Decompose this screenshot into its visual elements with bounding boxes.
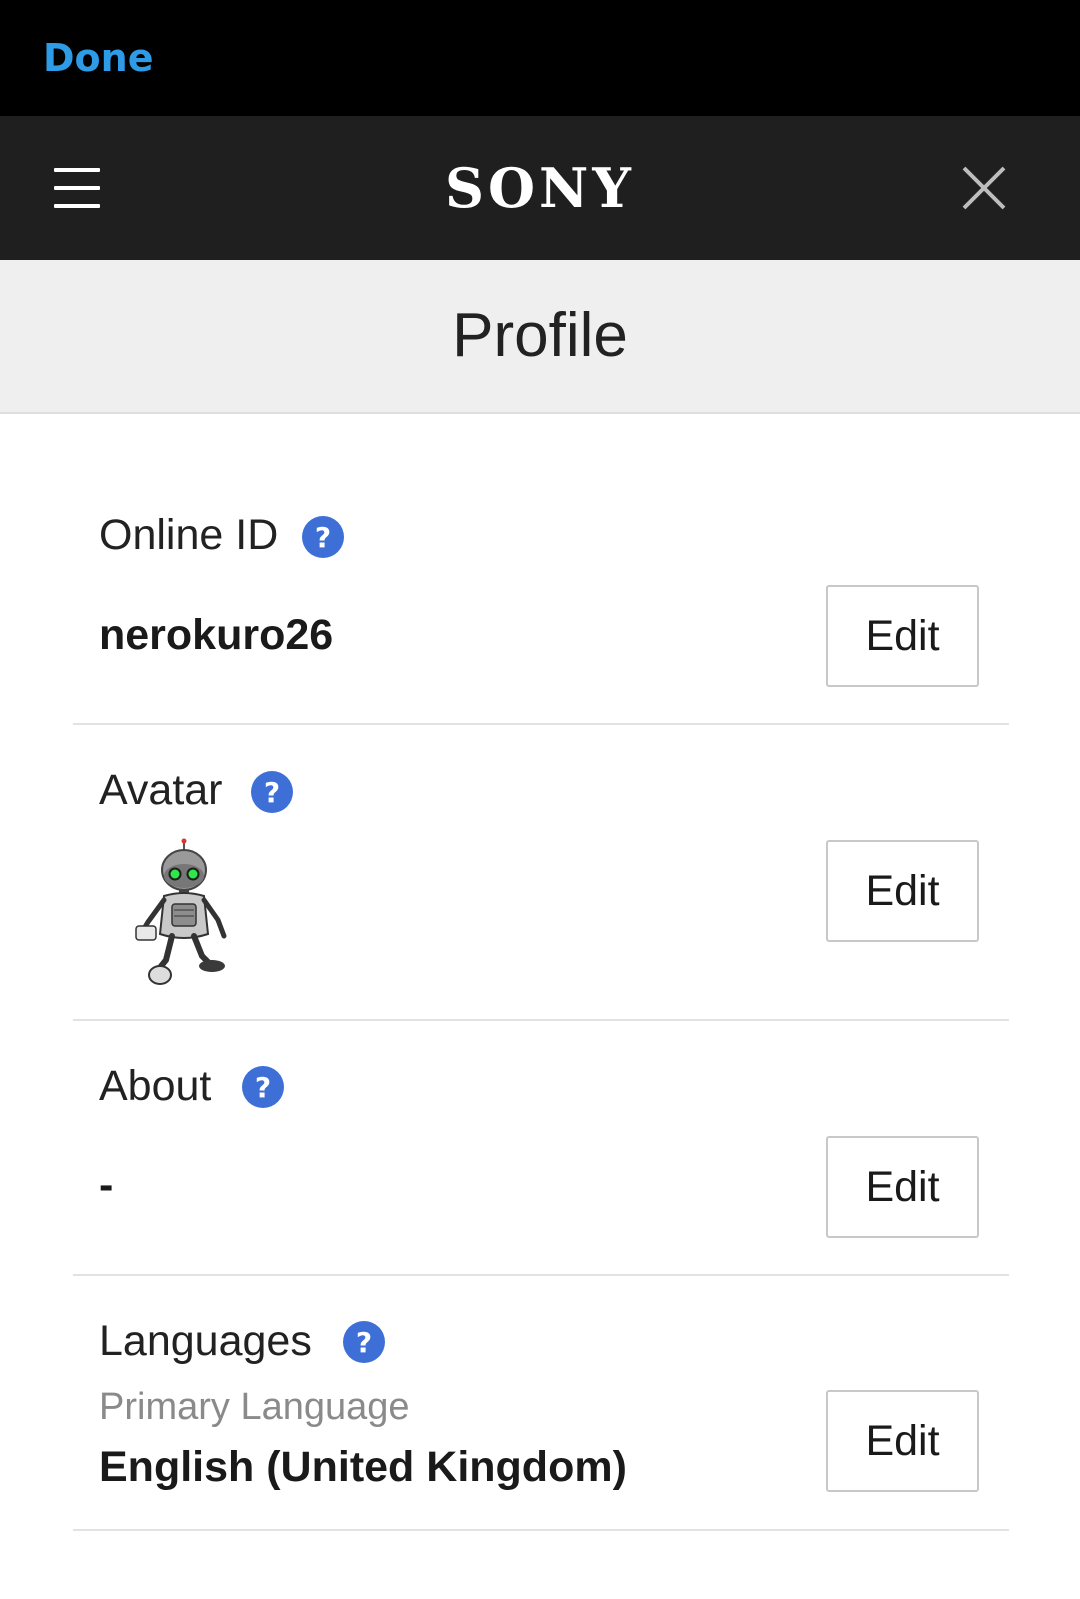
languages-label: Languages [99, 1317, 312, 1365]
edit-about-button[interactable]: Edit [826, 1136, 979, 1238]
edit-languages-button[interactable]: Edit [826, 1390, 979, 1492]
divider [73, 1274, 1009, 1276]
svg-text:?: ? [255, 1071, 271, 1104]
svg-text:?: ? [356, 1326, 372, 1359]
edit-online-id-button[interactable]: Edit [826, 585, 979, 687]
avatar-image [135, 838, 227, 985]
divider [73, 1529, 1009, 1531]
done-button[interactable]: Done [43, 36, 153, 80]
avatar-help-icon[interactable]: ? [251, 771, 293, 813]
svg-text:?: ? [264, 776, 280, 809]
divider [73, 1019, 1009, 1021]
about-value: - [99, 1161, 114, 1209]
online-id-value: nerokuro26 [99, 611, 334, 659]
online-id-label: Online ID [99, 511, 279, 559]
online-id-help-icon[interactable]: ? [302, 516, 344, 558]
about-help-icon[interactable]: ? [242, 1066, 284, 1108]
about-label: About [99, 1062, 212, 1110]
edit-avatar-button[interactable]: Edit [826, 840, 979, 942]
svg-text:?: ? [315, 521, 331, 554]
sony-logo: SONY [445, 156, 635, 220]
page-title: Profile [452, 301, 628, 370]
close-icon[interactable] [958, 162, 1010, 214]
primary-language-value: English (United Kingdom) [99, 1443, 627, 1491]
avatar-label: Avatar [99, 766, 223, 814]
top-bar [0, 0, 1080, 116]
divider [73, 723, 1009, 725]
primary-language-label: Primary Language [99, 1386, 410, 1428]
languages-help-icon[interactable]: ? [343, 1321, 385, 1363]
